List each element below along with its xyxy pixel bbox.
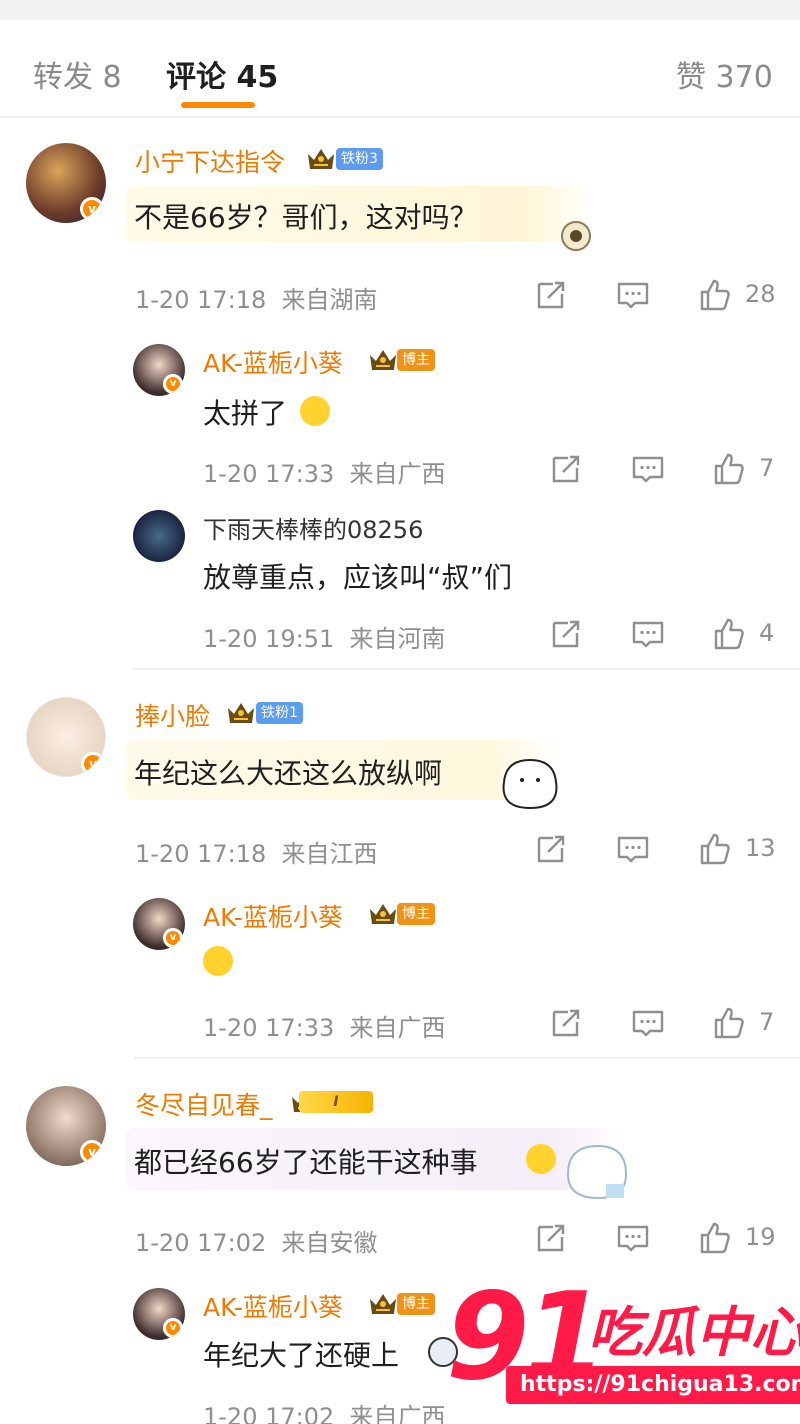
crown-icon bbox=[306, 146, 336, 172]
comment-time: 1-20 17:02 来自安徽 bbox=[135, 1229, 378, 1257]
comment-divider bbox=[134, 668, 800, 670]
comment-time: 1-20 17:02 来自广西 bbox=[203, 1403, 446, 1424]
like-count: 13 bbox=[745, 834, 776, 862]
username[interactable]: AK-蓝栀小葵 bbox=[203, 898, 343, 934]
crown-icon bbox=[368, 1291, 398, 1317]
reply-icon[interactable] bbox=[631, 452, 665, 486]
site-watermark: 91 吃瓜中心 https://91chigua13.com bbox=[440, 1268, 800, 1418]
comment-text: 不是66岁？哥们，这对吗？ bbox=[134, 201, 478, 234]
reply-icon[interactable] bbox=[631, 617, 665, 651]
avatar[interactable]: v bbox=[26, 697, 106, 777]
avatar[interactable]: v bbox=[26, 143, 106, 223]
active-tab-indicator bbox=[181, 102, 255, 108]
username[interactable]: AK-蓝栀小葵 bbox=[203, 1288, 343, 1324]
comment-text: 太拼了 bbox=[203, 397, 288, 430]
like-icon[interactable] bbox=[698, 1221, 732, 1255]
cat-sticker-icon bbox=[566, 1144, 628, 1200]
share-icon[interactable] bbox=[534, 832, 568, 866]
like-count: 4 bbox=[759, 619, 775, 647]
laughing-emoji-icon bbox=[300, 396, 330, 426]
author-badge: 博主 bbox=[397, 1293, 435, 1315]
verified-icon: v bbox=[163, 1318, 183, 1338]
username[interactable]: 冬尽自见春_ bbox=[135, 1086, 273, 1122]
watermark-url: https://91chigua13.com bbox=[506, 1366, 800, 1404]
avatar[interactable] bbox=[133, 510, 185, 562]
like-icon[interactable] bbox=[698, 278, 732, 312]
reply-icon[interactable] bbox=[616, 278, 650, 312]
like-count: 28 bbox=[745, 280, 776, 308]
share-icon[interactable] bbox=[549, 617, 583, 651]
verified-icon: v bbox=[80, 1140, 104, 1164]
like-icon[interactable] bbox=[712, 1006, 746, 1040]
bubble-decoration-icon bbox=[561, 221, 591, 251]
puppy-sticker-icon bbox=[502, 758, 558, 810]
tab-comments[interactable]: 评论 45 bbox=[166, 52, 278, 96]
share-icon[interactable] bbox=[534, 278, 568, 312]
like-count: 7 bbox=[759, 1008, 775, 1036]
fan-badge: 铁粉1 bbox=[256, 702, 303, 724]
like-icon[interactable] bbox=[712, 452, 746, 486]
author-badge: 博主 bbox=[397, 349, 435, 371]
verified-icon: v bbox=[81, 752, 105, 776]
like-icon[interactable] bbox=[698, 832, 732, 866]
level-badge: I bbox=[299, 1091, 373, 1113]
comment-divider bbox=[134, 1057, 800, 1059]
comment-text: 年纪这么大还这么放纵啊 bbox=[134, 757, 443, 790]
verified-icon: v bbox=[163, 374, 183, 394]
comment-text: 年纪大了还硬上 bbox=[203, 1339, 400, 1372]
crown-icon bbox=[368, 347, 398, 373]
comment-tabs-bar: 转发 8 评论 45 赞 370 bbox=[0, 0, 800, 118]
top-strip bbox=[0, 0, 800, 20]
laughing-emoji-icon bbox=[203, 946, 233, 976]
fan-badge: 铁粉3 bbox=[336, 148, 383, 170]
like-count: 19 bbox=[745, 1223, 776, 1251]
comment-time: 1-20 17:33 来自广西 bbox=[203, 1014, 446, 1042]
tabs-divider bbox=[0, 116, 800, 118]
avatar[interactable]: v bbox=[26, 1086, 106, 1166]
comment-text: 都已经66岁了还能干这种事 bbox=[134, 1146, 478, 1179]
verified-icon: v bbox=[80, 197, 104, 221]
crown-icon bbox=[226, 700, 256, 726]
tab-likes[interactable]: 赞 370 bbox=[676, 52, 773, 96]
share-icon[interactable] bbox=[534, 1221, 568, 1255]
username[interactable]: 下雨天棒棒的08256 bbox=[203, 510, 423, 545]
username[interactable]: 小宁下达指令 bbox=[135, 143, 285, 179]
avatar[interactable]: v bbox=[133, 344, 185, 396]
comment-time: 1-20 17:18 来自湖南 bbox=[135, 286, 378, 314]
comment-text: 放尊重点，应该叫“叔”们 bbox=[203, 561, 513, 594]
reply-icon[interactable] bbox=[616, 1221, 650, 1255]
reply-icon[interactable] bbox=[631, 1006, 665, 1040]
verified-icon: v bbox=[163, 928, 183, 948]
username[interactable]: AK-蓝栀小葵 bbox=[203, 344, 343, 380]
comment-time: 1-20 17:33 来自广西 bbox=[203, 460, 446, 488]
comment-time: 1-20 17:18 来自江西 bbox=[135, 840, 378, 868]
avatar[interactable]: v bbox=[133, 1288, 185, 1340]
username[interactable]: 捧小脸 bbox=[135, 697, 210, 733]
watermark-title: 吃瓜中心 bbox=[588, 1301, 800, 1364]
avatar[interactable]: v bbox=[133, 898, 185, 950]
comment-time: 1-20 19:51 来自河南 bbox=[203, 625, 446, 653]
like-count: 7 bbox=[759, 454, 775, 482]
share-icon[interactable] bbox=[549, 1006, 583, 1040]
tab-reposts[interactable]: 转发 8 bbox=[33, 52, 122, 96]
share-icon[interactable] bbox=[549, 452, 583, 486]
crown-icon bbox=[368, 901, 398, 927]
reply-icon[interactable] bbox=[616, 832, 650, 866]
like-icon[interactable] bbox=[712, 617, 746, 651]
author-badge: 博主 bbox=[397, 903, 435, 925]
